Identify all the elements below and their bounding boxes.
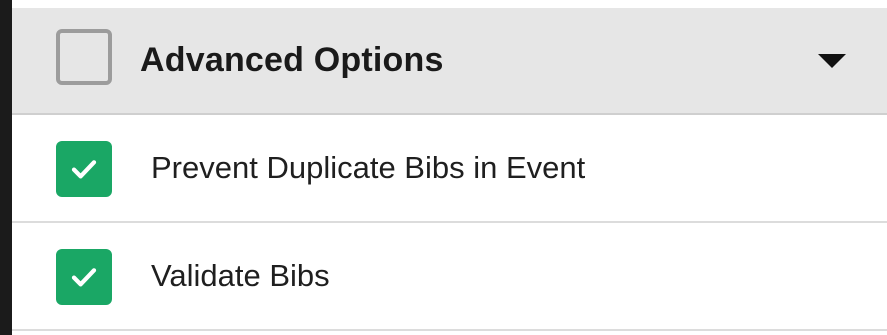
checkmark-icon [71, 160, 97, 179]
left-edge-bar [0, 0, 12, 335]
option-label: Validate Bibs [151, 258, 330, 293]
caret-down-icon[interactable] [818, 54, 846, 68]
advanced-options-checkbox[interactable] [56, 29, 112, 85]
advanced-options-screen: Advanced Options Prevent Duplicate Bibs … [0, 0, 887, 335]
options-panel: Advanced Options Prevent Duplicate Bibs … [12, 0, 887, 335]
top-spacer [12, 0, 887, 8]
section-title: Advanced Options [140, 41, 444, 79]
prevent-duplicate-bibs-checkbox[interactable] [56, 141, 112, 197]
option-row-validate-bibs[interactable]: Validate Bibs [12, 223, 887, 331]
option-label: Prevent Duplicate Bibs in Event [151, 150, 586, 185]
option-row-prevent-duplicate-bibs[interactable]: Prevent Duplicate Bibs in Event [12, 115, 887, 223]
checkmark-icon [71, 268, 97, 287]
validate-bibs-checkbox[interactable] [56, 249, 112, 305]
advanced-options-header[interactable]: Advanced Options [12, 8, 887, 115]
